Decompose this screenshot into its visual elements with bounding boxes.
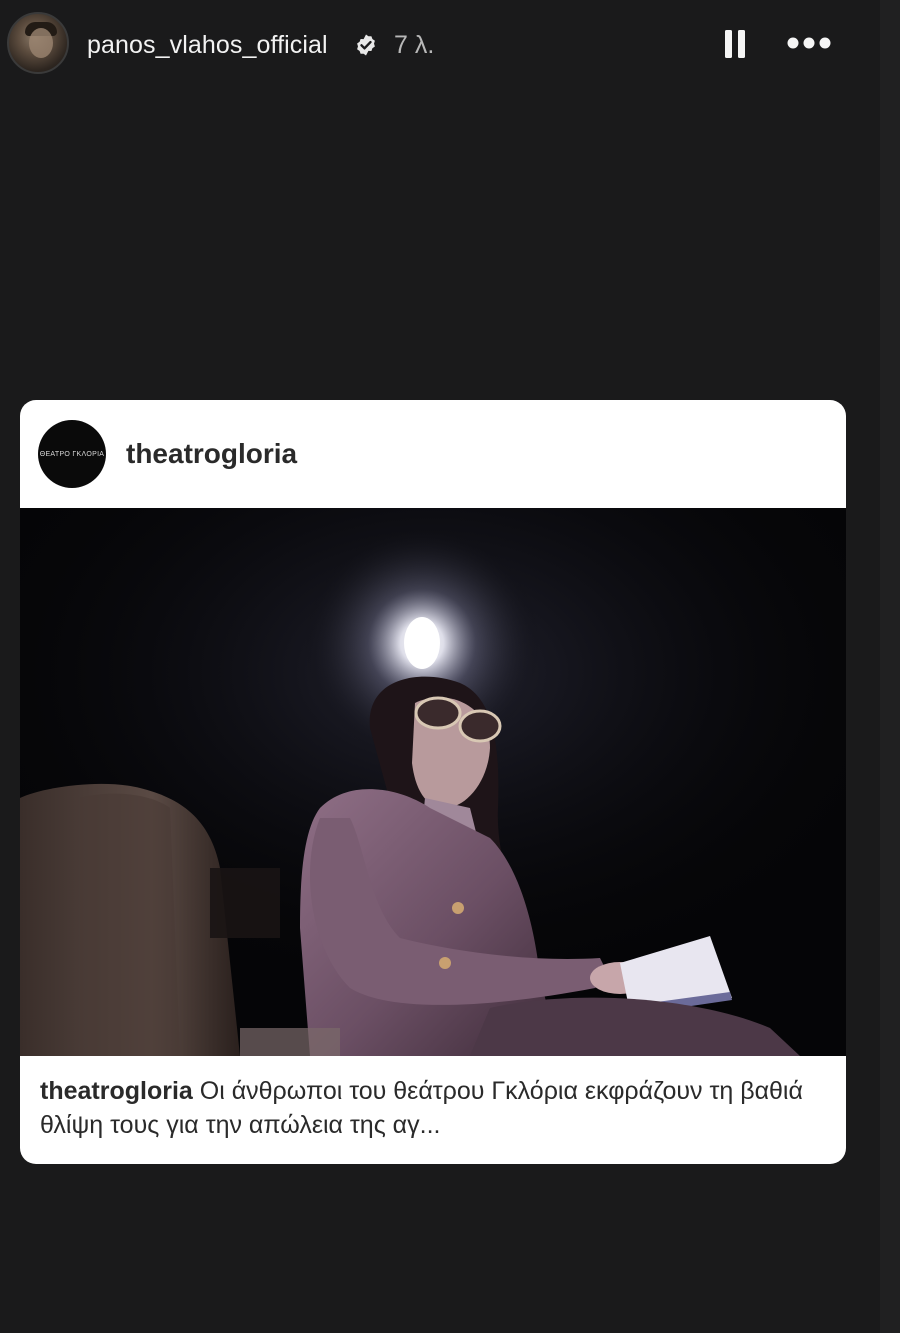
profile-avatar[interactable] [7, 12, 69, 74]
caption-username[interactable]: theatrogloria [40, 1077, 193, 1105]
shared-post-card[interactable]: ΘΕΑΤΡΟ ΓΚΛΟΡΙΑ theatrogloria theatroglor… [20, 400, 846, 1164]
story-time: 7 λ. [394, 31, 435, 59]
shared-post-header: ΘΕΑΤΡΟ ΓΚΛΟΡΙΑ theatrogloria [20, 400, 846, 508]
pause-icon[interactable] [722, 28, 748, 60]
story-header: panos_vlahos_official 7 λ. [0, 0, 880, 90]
stage-photo-illustration [20, 508, 846, 1056]
verified-badge-icon [357, 34, 375, 56]
shared-post-username[interactable]: theatrogloria [126, 438, 297, 470]
avatar-face [29, 28, 53, 58]
shared-post-caption: theatrogloria Οι άνθρωποι του θεάτρου Γκ… [40, 1074, 830, 1142]
story-viewer: panos_vlahos_official 7 λ. ΘΕΑΤΡΟ ΓΚΛΟΡΙ… [0, 0, 900, 1333]
shared-post-photo[interactable] [20, 508, 846, 1056]
shared-post-avatar[interactable]: ΘΕΑΤΡΟ ΓΚΛΟΡΙΑ [38, 420, 106, 488]
more-horizontal-icon[interactable] [786, 34, 832, 52]
right-edge [880, 0, 900, 1333]
story-username[interactable]: panos_vlahos_official [87, 30, 328, 60]
avatar-logo-text: ΘΕΑΤΡΟ ΓΚΛΟΡΙΑ [39, 450, 105, 458]
